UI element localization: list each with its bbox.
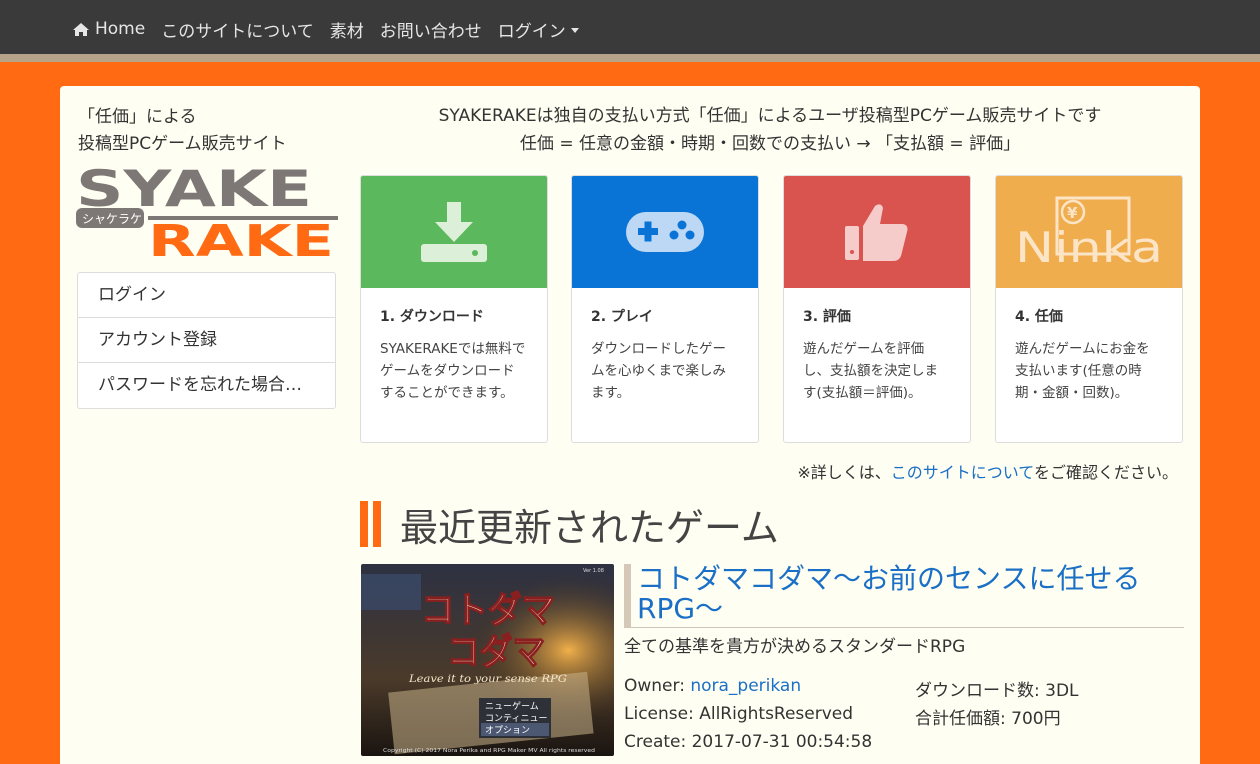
- details-note: ※詳しくは、このサイトについてをご確認ください。: [360, 459, 1178, 483]
- logo-kana: シャケラケ: [82, 212, 142, 226]
- ninka-icon: ¥ Ninka: [1015, 196, 1163, 272]
- step-title: 3. 評価: [803, 309, 851, 325]
- nav-login-label: ログイン: [497, 21, 566, 42]
- top-navbar: Home このサイトについて 素材 お問い合わせ ログイン: [0, 0, 1260, 62]
- syakerake-logo: SYAKE シャケラケ RAKE: [76, 160, 338, 267]
- heading-bars-icon: [360, 501, 386, 547]
- main-panel: 「任価」による 投稿型PCゲーム販売サイト SYAKE シャケラケ RAKE ロ…: [60, 86, 1200, 764]
- thumb-version: Ver 1.08: [583, 568, 604, 574]
- step-text: SYAKERAKEでは無料でゲームをダウンロードすることができます。: [380, 341, 526, 401]
- game-total-ninka: 合計任価額: 700円: [915, 709, 1061, 729]
- nav-home-label: Home: [95, 19, 146, 39]
- game-thumbnail[interactable]: コトダマ コダマ Leave it to your sense RPG ニューゲ…: [361, 564, 614, 756]
- step-card-play: 2. プレイ ダウンロードしたゲームを心ゆくまで楽しみます。: [571, 175, 759, 443]
- caret-down-icon: [570, 27, 579, 33]
- game-description: 全ての基準を貴方が決めるスタンダードRPG: [624, 637, 966, 657]
- sidebar-item-register[interactable]: アカウント登録: [78, 318, 335, 363]
- about-site-link[interactable]: このサイトについて: [891, 463, 1034, 482]
- step-card-download: 1. ダウンロード SYAKERAKEでは無料でゲームをダウンロードすることがで…: [360, 175, 548, 443]
- ninka-logo-text: Ninka: [1015, 223, 1163, 272]
- sidebar-item-login[interactable]: ログイン: [78, 273, 335, 318]
- nav-about[interactable]: このサイトについて: [161, 17, 314, 42]
- thumb-menu-option: オプション: [485, 725, 530, 736]
- thumb-copyright: Copyright (C) 2017 Nora Perika and RPG M…: [383, 748, 595, 754]
- step-title: 2. プレイ: [591, 309, 653, 325]
- gamepad-icon: [626, 212, 704, 252]
- nav-materials[interactable]: 素材: [330, 17, 364, 42]
- section-heading: 最近更新されたゲーム: [360, 500, 779, 550]
- home-icon: [73, 22, 89, 36]
- step-title: 4. 任価: [1015, 309, 1063, 325]
- game-thumbnail-image: コトダマ コダマ Leave it to your sense RPG ニューゲ…: [361, 564, 614, 756]
- owner-label: Owner:: [624, 676, 691, 696]
- site-logo[interactable]: SYAKE シャケラケ RAKE: [76, 160, 338, 267]
- step-card-header: [361, 176, 547, 288]
- step-text: ダウンロードしたゲームを心ゆくまで楽しみます。: [591, 341, 726, 401]
- game-owner: Owner: nora_perikan: [624, 676, 801, 696]
- site-tagline: 「任価」による 投稿型PCゲーム販売サイト: [78, 104, 287, 158]
- step-title: 1. ダウンロード: [380, 309, 484, 325]
- note-suffix: をご確認ください。: [1033, 463, 1178, 482]
- game-download-count: ダウンロード数: 3DL: [915, 681, 1079, 701]
- thumb-logo-line1: コトダマ: [421, 589, 555, 631]
- game-title-link[interactable]: コトダマコダマ〜お前のセンスに任せるRPG〜: [637, 564, 1184, 624]
- yen-symbol: ¥: [1067, 204, 1078, 222]
- game-create-date: Create: 2017-07-31 00:54:58: [624, 732, 873, 752]
- note-prefix: ※詳しくは、: [797, 463, 891, 482]
- game-title-block: コトダマコダマ〜お前のセンスに任せるRPG〜: [624, 564, 1184, 628]
- logo-text-bottom: RAKE: [148, 216, 334, 258]
- thumb-logo-line2: コダマ: [447, 631, 545, 673]
- download-icon: [421, 202, 487, 262]
- step-text: 遊んだゲームを評価し、支払額を決定します(支払額＝評価)。: [803, 341, 938, 401]
- thumb-menu-new: ニューゲーム: [485, 700, 539, 712]
- nav-login-dropdown[interactable]: ログイン: [498, 17, 579, 42]
- step-card-header: [784, 176, 970, 288]
- intro-text: SYAKERAKEは独自の支払い方式「任価」によるユーザ投稿型PCゲーム販売サイ…: [360, 102, 1180, 158]
- sidebar-menu: ログイン アカウント登録 パスワードを忘れた場合…: [77, 272, 336, 409]
- step-text: 遊んだゲームにお金を支払います(任意の時期・金額・回数)。: [1015, 341, 1150, 401]
- intro-line1: SYAKERAKEは独自の支払い方式「任価」によるユーザ投稿型PCゲーム販売サイ…: [438, 106, 1102, 126]
- game-license: License: AllRightsReserved: [624, 704, 854, 724]
- step-card-ninka: ¥ Ninka 4. 任価 遊んだゲームにお金を支払います(任意の時期・金額・回…: [995, 175, 1183, 443]
- intro-line2: 任価 = 任意の金額・時期・回数での支払い → 「支払額 = 評価」: [519, 134, 1021, 154]
- step-card-header: ¥ Ninka: [996, 176, 1182, 288]
- thumbs-up-icon: [845, 204, 908, 261]
- tagline-line2: 投稿型PCゲーム販売サイト: [78, 134, 287, 154]
- step-card-rate: 3. 評価 遊んだゲームを評価し、支払額を決定します(支払額＝評価)。: [783, 175, 971, 443]
- section-title: 最近更新されたゲーム: [400, 505, 779, 550]
- nav-links: Home このサイトについて 素材 お問い合わせ ログイン: [72, 0, 595, 58]
- nav-contact[interactable]: お問い合わせ: [380, 17, 482, 42]
- nav-home[interactable]: Home: [72, 19, 145, 39]
- sidebar-item-forgot-password[interactable]: パスワードを忘れた場合…: [78, 363, 335, 408]
- thumb-menu-continue: コンティニュー: [485, 713, 547, 724]
- step-card-header: [572, 176, 758, 288]
- tagline-line1: 「任価」による: [78, 107, 197, 127]
- owner-link[interactable]: nora_perikan: [690, 676, 801, 696]
- thumb-subtitle: Leave it to your sense RPG: [408, 674, 567, 685]
